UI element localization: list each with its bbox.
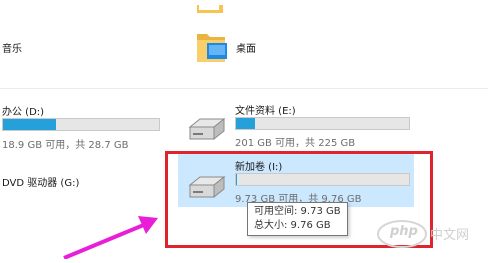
drive-d-usage-fill: [3, 119, 57, 130]
folder-icon: [197, 5, 223, 13]
drive-d-free-text: 18.9 GB 可用，共 28.7 GB: [2, 140, 129, 151]
drive-e-usage-bar: [235, 117, 410, 130]
php-watermark-text: php: [390, 224, 418, 239]
php-watermark: php 中文网: [376, 212, 488, 259]
drive-i-tooltip: 可用空间: 9.73 GB 总大小: 9.76 GB: [247, 202, 348, 236]
music-label[interactable]: 音乐: [2, 40, 22, 55]
tooltip-free-space: 可用空间: 9.73 GB: [254, 206, 341, 217]
desktop-folder[interactable]: [195, 28, 229, 66]
annotation-arrow: [63, 216, 158, 259]
desktop-folder-icon: [197, 34, 227, 62]
tooltip-total-size: 总大小: 9.76 GB: [254, 220, 331, 231]
drive-d-name[interactable]: 办公 (D:): [2, 103, 44, 118]
folder-top-partial[interactable]: [195, 0, 225, 13]
drive-e-name[interactable]: 文件资料 (E:): [235, 102, 296, 117]
drive-d-usage-bar: [2, 118, 160, 131]
drive-e-hdd-icon: [186, 117, 228, 147]
drive-e-free-text: 201 GB 可用，共 225 GB: [235, 138, 356, 149]
section-divider: [0, 88, 488, 89]
php-watermark-suffix: 中文网: [430, 228, 470, 243]
drive-g-name[interactable]: DVD 驱动器 (G:): [2, 174, 79, 189]
drive-e-usage-fill: [236, 118, 255, 129]
desktop-label[interactable]: 桌面: [236, 40, 256, 55]
